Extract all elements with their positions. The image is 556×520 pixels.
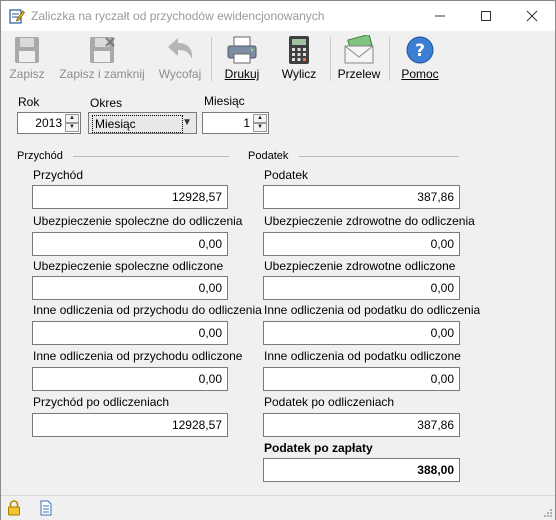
- toolbar: Zapisz Zapisz i zamknij Wycofaj Drukuj W…: [1, 31, 555, 87]
- app-window: Zaliczka na ryczałt od przychodów ewiden…: [0, 0, 556, 520]
- month-spinner[interactable]: 1 ▲ ▼: [202, 112, 269, 134]
- maximize-icon: [481, 11, 491, 21]
- toolbar-separator: [211, 37, 212, 81]
- podatek-divider: [299, 156, 459, 157]
- month-label: Miesiąc: [204, 94, 245, 108]
- przychod-divider: [73, 156, 229, 157]
- title-bar: Zaliczka na ryczałt od przychodów ewiden…: [1, 1, 555, 31]
- field-label: Ubezpieczenie zdrowotne do odliczenia: [264, 214, 475, 228]
- spin-down-icon[interactable]: ▼: [65, 123, 79, 132]
- year-label: Rok: [18, 95, 40, 109]
- month-spinner-arrows: ▲ ▼: [253, 114, 267, 132]
- minimize-button[interactable]: [417, 1, 463, 31]
- print-label: Drukuj: [224, 67, 260, 81]
- field-label: Inne odliczenia od przychodu odliczone: [33, 349, 243, 363]
- podatek-do-zaplaty-field[interactable]: 388,00: [263, 458, 460, 482]
- save-close-button[interactable]: Zapisz i zamknij: [55, 31, 149, 87]
- calculator-icon: [289, 36, 309, 64]
- field-label: Ubezpieczenie spoleczne do odliczenia: [33, 214, 243, 228]
- field-label: Podatek: [264, 168, 309, 182]
- floppy-disk-x-icon: [90, 37, 115, 63]
- maximize-button[interactable]: [463, 1, 509, 31]
- spin-up-icon[interactable]: ▲: [253, 114, 267, 123]
- field-label: Ubezpieczenie spoleczne odliczone: [33, 259, 224, 273]
- status-bar: [1, 495, 555, 520]
- transfer-button[interactable]: Przelew: [335, 31, 383, 87]
- year-value: 2013: [35, 116, 62, 130]
- envelope-money-icon: [344, 35, 374, 64]
- field-label: Inne odliczenia od podatku odliczone: [264, 349, 461, 363]
- save-close-label: Zapisz i zamknij: [59, 67, 145, 81]
- period-label: Okres: [90, 96, 123, 110]
- question-circle-icon: ?: [406, 36, 434, 64]
- padlock-icon[interactable]: [7, 500, 21, 516]
- ubezp-zdrowotne-do-odliczenia-field[interactable]: 0,00: [263, 232, 460, 256]
- inne-odliczenia-podatku-odliczone-field[interactable]: 0,00: [263, 367, 460, 391]
- field-label: Podatek po zapłaty: [264, 441, 373, 455]
- year-spinner[interactable]: 2013 ▲ ▼: [17, 112, 81, 134]
- save-label: Zapisz: [9, 67, 45, 81]
- spin-up-icon[interactable]: ▲: [65, 114, 79, 123]
- przychod-field[interactable]: 12928,57: [32, 185, 228, 209]
- minimize-icon: [435, 15, 445, 17]
- floppy-disk-icon: [15, 37, 39, 63]
- inne-odliczenia-przychodu-odliczone-field[interactable]: 0,00: [32, 367, 228, 391]
- close-button[interactable]: [509, 1, 555, 31]
- undo-label: Wycofaj: [158, 67, 202, 81]
- inne-odliczenia-przychodu-do-odliczenia-field[interactable]: 0,00: [32, 321, 228, 345]
- month-value: 1: [243, 116, 250, 130]
- document-icon[interactable]: [39, 500, 53, 516]
- inne-odliczenia-podatku-do-odliczenia-field[interactable]: 0,00: [263, 321, 460, 345]
- year-spinner-arrows: ▲ ▼: [65, 114, 79, 132]
- field-label: Przychód po odliczeniach: [33, 395, 170, 409]
- period-select[interactable]: Miesiąc ▼: [88, 112, 197, 134]
- close-icon: [526, 10, 538, 22]
- svg-text:?: ?: [415, 41, 425, 61]
- printer-icon: [227, 36, 257, 64]
- calculate-button[interactable]: Wylicz: [273, 31, 325, 87]
- calculate-label: Wylicz: [281, 67, 317, 81]
- toolbar-separator: [389, 37, 390, 81]
- window-title: Zaliczka na ryczałt od przychodów ewiden…: [31, 9, 325, 23]
- field-label: Inne odliczenia od podatku do odliczenia: [264, 303, 481, 317]
- przychod-section-title: Przychód: [17, 150, 63, 162]
- field-label: Inne odliczenia od przychodu do odliczen…: [33, 303, 262, 317]
- save-button[interactable]: Zapisz: [5, 31, 49, 87]
- field-label: Przychód: [33, 168, 84, 182]
- ubezp-spoleczne-odliczone-field[interactable]: 0,00: [32, 276, 228, 300]
- przychod-po-odliczeniach-field[interactable]: 12928,57: [32, 413, 228, 437]
- podatek-section-title: Podatek: [248, 150, 289, 162]
- podatek-field[interactable]: 387,86: [263, 185, 460, 209]
- spin-down-icon[interactable]: ▼: [253, 123, 267, 132]
- period-value: Miesiąc: [92, 115, 183, 133]
- field-label: Podatek po odliczeniach: [264, 395, 395, 409]
- help-button[interactable]: ? Pomoc: [395, 31, 445, 87]
- undo-button[interactable]: Wycofaj: [153, 31, 207, 87]
- ubezp-zdrowotne-odliczone-field[interactable]: 0,00: [263, 276, 460, 300]
- chevron-down-icon: ▼: [182, 117, 192, 128]
- print-button[interactable]: Drukuj: [217, 31, 267, 87]
- ubezp-spoleczne-do-odliczenia-field[interactable]: 0,00: [32, 232, 228, 256]
- field-label: Ubezpieczenie zdrowotne odliczone: [264, 259, 456, 273]
- undo-arrow-icon: [168, 38, 193, 59]
- help-label: Pomoc: [401, 67, 439, 81]
- resize-grip-icon[interactable]: [543, 508, 553, 518]
- transfer-label: Przelew: [337, 67, 381, 81]
- podatek-po-odliczeniach-field[interactable]: 387,86: [263, 413, 460, 437]
- toolbar-separator: [330, 37, 331, 81]
- notepad-pencil-icon: [9, 9, 25, 24]
